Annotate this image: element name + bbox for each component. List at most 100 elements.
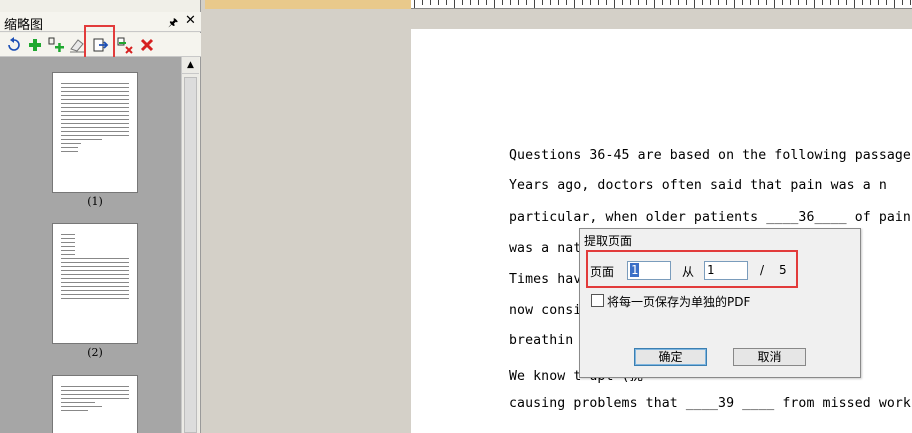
from-page-input[interactable]: 1 [627, 261, 671, 280]
ruler-tick [702, 0, 703, 5]
ruler-tick [798, 0, 799, 5]
close-icon[interactable]: ✕ [185, 13, 196, 28]
ruler-tick [774, 0, 775, 8]
ruler-tick [710, 0, 711, 5]
from-label: 从 [682, 265, 695, 279]
thumbnail-label: (1) [87, 195, 103, 208]
separate-pdf-checkbox[interactable] [591, 294, 604, 307]
ruler-tick [718, 0, 719, 5]
ruler-tick [846, 0, 847, 5]
ruler-tick [566, 0, 567, 5]
thumbnail-page[interactable] [52, 72, 138, 193]
ruler-tick [638, 0, 639, 5]
separate-pdf-label[interactable]: 将每一页保存为单独的PDF [607, 293, 750, 310]
ruler-tick [670, 0, 671, 5]
ruler-tick [454, 0, 455, 8]
ruler-tick [886, 0, 887, 5]
ruler-tick [494, 0, 495, 8]
dialog-title: 提取页面 [584, 234, 633, 248]
ruler-tick [686, 0, 687, 5]
delete-selected-icon[interactable] [116, 36, 134, 54]
ruler-tick [878, 0, 879, 5]
ruler-tick [678, 0, 679, 5]
ruler-tick [550, 0, 551, 5]
ruler-tick [854, 0, 855, 8]
document-line: particular, when older patients ____36__… [509, 210, 912, 225]
thumbnail-list: (1) (2) [0, 57, 181, 433]
ruler-tick [790, 0, 791, 5]
horizontal-ruler [411, 0, 912, 9]
ruler-tick [838, 0, 839, 5]
thumbnail-panel: 缩略图 🖈 ✕ (1) (2) ▲ [0, 0, 201, 433]
panel-title: 缩略图 [4, 18, 44, 33]
ruler-tick [462, 0, 463, 5]
ruler-tick [694, 0, 695, 8]
page-separator: / [760, 263, 765, 277]
ruler-tick [446, 0, 447, 5]
insert-page-icon[interactable] [47, 36, 65, 54]
to-page-input[interactable]: 1 [704, 261, 748, 280]
ruler-tick [574, 0, 575, 8]
ruler-tick [758, 0, 759, 5]
ruler-tick [814, 0, 815, 8]
ruler-tick [518, 0, 519, 5]
document-line: Years ago, doctors often said that pain … [509, 178, 887, 193]
from-page-value: 1 [630, 263, 640, 277]
ruler-tick [558, 0, 559, 5]
delete-icon[interactable] [138, 36, 156, 54]
ruler-tick [726, 0, 727, 5]
ruler-tick [430, 0, 431, 5]
ruler-tick [894, 0, 895, 8]
ruler-tick [510, 0, 511, 5]
ruler-tick [822, 0, 823, 5]
ruler-tick [646, 0, 647, 5]
ruler-tick [862, 0, 863, 5]
ruler-tick [486, 0, 487, 5]
cancel-button[interactable]: 取消 [733, 348, 806, 366]
ruler-tick [662, 0, 663, 5]
rotate-icon[interactable] [5, 36, 23, 54]
ruler-tick [614, 0, 615, 8]
ruler-tick [534, 0, 535, 8]
ruler-tick [782, 0, 783, 5]
add-page-icon[interactable] [26, 36, 44, 54]
thumbnail-scrollbar[interactable]: ▲ [181, 57, 199, 433]
thumbnail-page[interactable] [52, 375, 138, 433]
ruler-tick [478, 0, 479, 5]
ruler-margin [205, 0, 411, 9]
ruler-tick [542, 0, 543, 5]
ok-button[interactable]: 确定 [634, 348, 707, 366]
ruler-tick [526, 0, 527, 5]
page-label: 页面 [590, 265, 615, 279]
ruler-tick [654, 0, 655, 8]
ruler-tick [438, 0, 439, 5]
ruler-tick [870, 0, 871, 5]
ruler-tick [734, 0, 735, 8]
thumbnail-page[interactable] [52, 223, 138, 344]
thumbnail-label: (2) [87, 346, 103, 359]
document-line: Questions 36-45 are based on the followi… [509, 148, 912, 163]
ruler-tick [422, 0, 423, 5]
ruler-tick [902, 0, 903, 5]
extract-pages-dialog: 提取页面 页面 1 从 1 / 5 将每一页保存为单独的PDF 确定 取消 [579, 228, 861, 378]
ruler-tick [830, 0, 831, 5]
ruler-tick [590, 0, 591, 5]
ruler-tick [806, 0, 807, 5]
scrollbar-thumb[interactable] [184, 77, 197, 433]
ruler-tick [598, 0, 599, 5]
total-pages: 5 [779, 263, 787, 277]
document-line: causing problems that ____39 ____ from m… [509, 396, 911, 411]
ruler-tick [414, 0, 415, 8]
ruler-tick [582, 0, 583, 5]
pin-icon[interactable]: 🖈 [168, 14, 178, 33]
ruler-tick [622, 0, 623, 5]
ruler-tick [502, 0, 503, 5]
ruler-tick [750, 0, 751, 5]
ruler-tick [742, 0, 743, 5]
ruler-tick [766, 0, 767, 5]
scroll-up-icon[interactable]: ▲ [182, 57, 199, 74]
ruler-tick [630, 0, 631, 5]
ruler-tick [470, 0, 471, 5]
ruler-tick [606, 0, 607, 5]
ruler-tick [910, 0, 911, 5]
